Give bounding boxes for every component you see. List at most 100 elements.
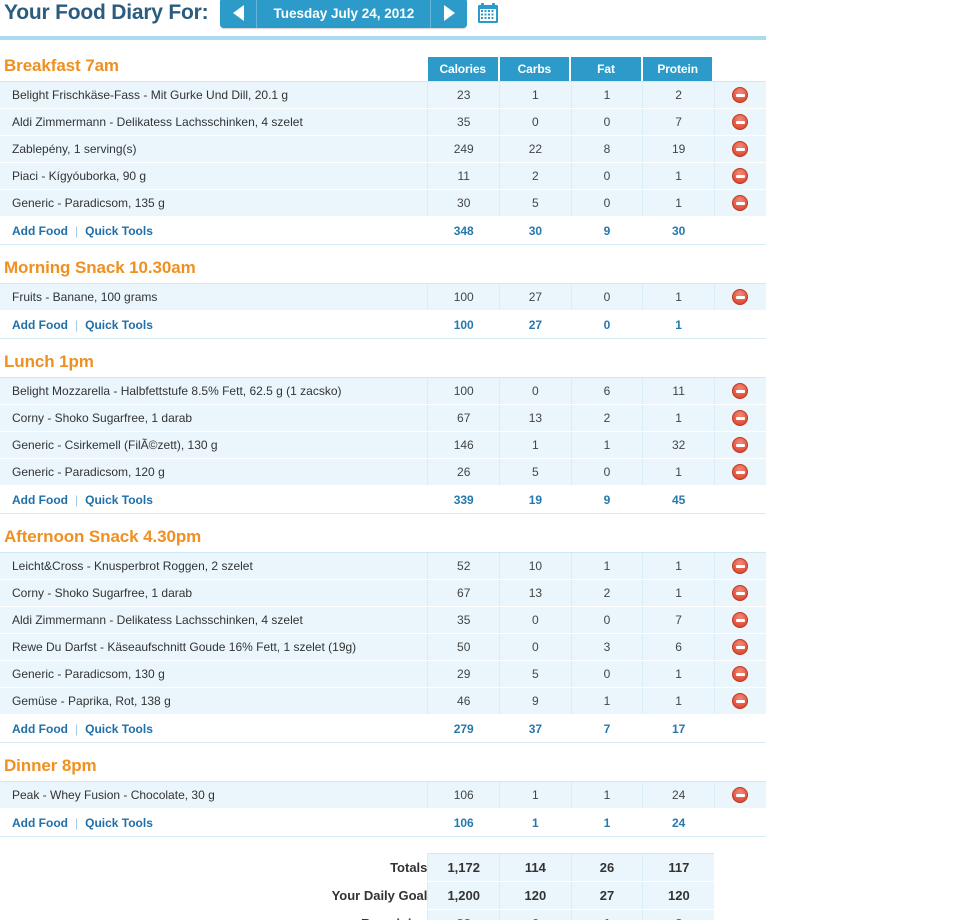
meal-heading-filler: [428, 750, 766, 782]
column-header-cell: Carbs: [499, 50, 572, 82]
food-fat: 0: [570, 283, 643, 311]
quick-tools-link[interactable]: Quick Tools: [85, 722, 153, 736]
food-protein: 11: [642, 377, 715, 405]
current-date-label[interactable]: Tuesday July 24, 2012: [257, 0, 430, 28]
food-name[interactable]: Generic - Paradicsom, 130 g: [0, 660, 428, 688]
meal-spacer: [0, 244, 766, 252]
chevron-left-icon: [232, 5, 244, 21]
summary-fat: 27: [570, 881, 643, 910]
food-fat: 1: [570, 687, 643, 715]
add-food-link[interactable]: Add Food: [12, 224, 68, 238]
remove-food-cell[interactable]: [713, 687, 766, 715]
add-food-link[interactable]: Add Food: [12, 722, 68, 736]
remove-icon[interactable]: [732, 693, 749, 709]
remove-food-cell[interactable]: [713, 404, 766, 432]
remove-icon[interactable]: [732, 437, 749, 453]
calendar-icon[interactable]: [477, 2, 499, 24]
food-name[interactable]: Corny - Shoko Sugarfree, 1 darab: [0, 579, 428, 607]
remove-icon[interactable]: [732, 195, 749, 211]
meal-heading-row: Morning Snack 10.30am: [0, 252, 766, 284]
food-diary-table: Breakfast 7am Calories Carbs Fat Protein Beli…: [0, 50, 766, 837]
meal-total-action: [714, 216, 766, 245]
remove-food-cell[interactable]: [713, 458, 766, 486]
remove-icon[interactable]: [732, 558, 749, 574]
table-row: Peak - Whey Fusion - Chocolate, 30 g 106 1…: [0, 781, 766, 809]
quick-tools-link[interactable]: Quick Tools: [85, 318, 153, 332]
add-food-link[interactable]: Add Food: [12, 493, 68, 507]
remove-food-cell[interactable]: [713, 283, 766, 311]
food-name[interactable]: Generic - Paradicsom, 135 g: [0, 189, 428, 217]
food-name[interactable]: Aldi Zimmermann - Delikatess Lachsschink…: [0, 108, 428, 136]
remove-food-cell[interactable]: [713, 108, 766, 136]
remove-icon[interactable]: [732, 612, 749, 628]
column-header-cell: Calories: [427, 50, 500, 82]
food-name[interactable]: Peak - Whey Fusion - Chocolate, 30 g: [0, 781, 428, 809]
remove-icon[interactable]: [732, 464, 749, 480]
remove-icon[interactable]: [732, 787, 749, 803]
remove-icon[interactable]: [732, 666, 749, 682]
remove-icon[interactable]: [732, 639, 749, 655]
remove-food-cell[interactable]: [713, 377, 766, 405]
quick-tools-link[interactable]: Quick Tools: [85, 224, 153, 238]
food-fat: 0: [570, 458, 643, 486]
remove-food-cell[interactable]: [713, 162, 766, 190]
remove-icon[interactable]: [732, 141, 749, 157]
food-name[interactable]: Rewe Du Darfst - Käseaufschnitt Goude 16…: [0, 633, 428, 661]
remove-icon[interactable]: [732, 289, 749, 305]
food-name[interactable]: Piaci - Kígyóuborka, 90 g: [0, 162, 428, 190]
remove-icon[interactable]: [732, 383, 749, 399]
meal-heading-filler: [428, 521, 766, 553]
food-name[interactable]: Leicht&Cross - Knusperbrot Roggen, 2 sze…: [0, 552, 428, 580]
food-name[interactable]: Belight Frischkäse-Fass - Mit Gurke Und …: [0, 81, 428, 109]
meal-total-protein: 45: [642, 485, 715, 514]
food-name[interactable]: Generic - Csirkemell (FilÃ©zett), 130 g: [0, 431, 428, 459]
quick-tools-link[interactable]: Quick Tools: [85, 493, 153, 507]
food-name[interactable]: Gemüse - Paprika, Rot, 138 g: [0, 687, 428, 715]
add-food-link[interactable]: Add Food: [12, 816, 68, 830]
remove-food-cell[interactable]: [713, 135, 766, 163]
food-calories: 35: [427, 108, 500, 136]
food-carbs: 0: [499, 633, 572, 661]
quick-tools-link[interactable]: Quick Tools: [85, 816, 153, 830]
meal-spacer: [0, 338, 766, 346]
food-fat: 1: [570, 431, 643, 459]
next-day-button[interactable]: [430, 0, 468, 28]
food-fat: 0: [570, 606, 643, 634]
food-protein: 1: [642, 404, 715, 432]
meal-total-action: [714, 310, 766, 339]
remove-food-cell[interactable]: [713, 781, 766, 809]
meal-title: Lunch 1pm: [4, 352, 94, 371]
food-name[interactable]: Fruits - Banane, 100 grams: [0, 283, 428, 311]
add-food-link[interactable]: Add Food: [12, 318, 68, 332]
meal-total-fat: 7: [571, 714, 643, 743]
food-name[interactable]: Corny - Shoko Sugarfree, 1 darab: [0, 404, 428, 432]
summary-carbs: 120: [499, 881, 572, 910]
remove-icon[interactable]: [732, 168, 749, 184]
food-name[interactable]: Zablepény, 1 serving(s): [0, 135, 428, 163]
remove-icon[interactable]: [732, 114, 749, 130]
remove-icon[interactable]: [732, 410, 749, 426]
previous-day-button[interactable]: [220, 0, 258, 28]
remove-icon[interactable]: [732, 87, 749, 103]
remove-food-cell[interactable]: [713, 189, 766, 217]
remove-food-cell[interactable]: [713, 552, 766, 580]
table-row: Generic - Paradicsom, 120 g 26 5 0 1: [0, 458, 766, 486]
remove-food-cell[interactable]: [713, 660, 766, 688]
food-name[interactable]: Generic - Paradicsom, 120 g: [0, 458, 428, 486]
food-calories: 106: [427, 781, 500, 809]
remove-food-cell[interactable]: [713, 579, 766, 607]
meal-total-protein: 1: [642, 310, 715, 339]
meal-total-carbs: 1: [499, 808, 572, 837]
food-protein: 2: [642, 81, 715, 109]
food-name[interactable]: Belight Mozzarella - Halbfettstufe 8.5% …: [0, 377, 428, 405]
food-name[interactable]: Aldi Zimmermann - Delikatess Lachsschink…: [0, 606, 428, 634]
summary-carbs: 6: [499, 909, 572, 920]
food-carbs: 2: [499, 162, 572, 190]
remove-food-cell[interactable]: [713, 606, 766, 634]
summary-carbs: 114: [499, 853, 572, 882]
summary-protein: 3: [642, 909, 715, 920]
remove-icon[interactable]: [732, 585, 749, 601]
remove-food-cell[interactable]: [713, 81, 766, 109]
remove-food-cell[interactable]: [713, 431, 766, 459]
remove-food-cell[interactable]: [713, 633, 766, 661]
